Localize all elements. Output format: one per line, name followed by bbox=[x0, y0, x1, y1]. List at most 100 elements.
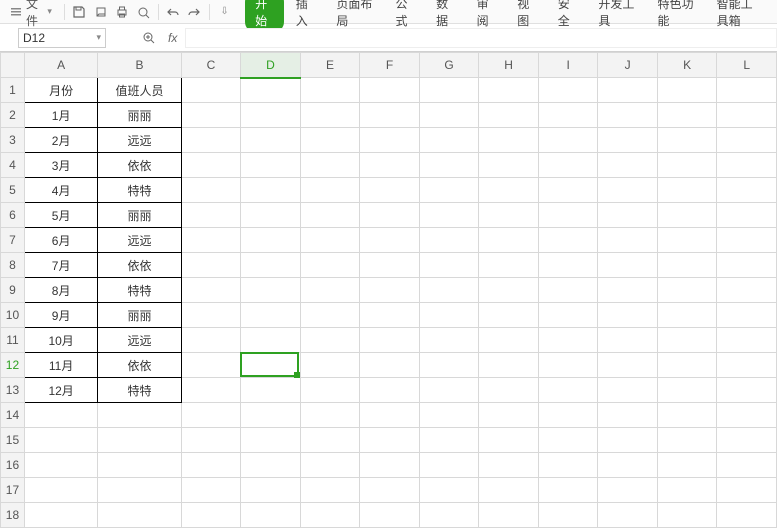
cell-L14[interactable] bbox=[717, 403, 777, 428]
cell-K15[interactable] bbox=[657, 428, 717, 453]
cell-D8[interactable] bbox=[241, 253, 301, 278]
cell-G15[interactable] bbox=[419, 428, 479, 453]
cell-E5[interactable] bbox=[300, 178, 360, 203]
cell-F6[interactable] bbox=[360, 203, 420, 228]
cell-C2[interactable] bbox=[181, 103, 241, 128]
cell-F7[interactable] bbox=[360, 228, 420, 253]
row-header-6[interactable]: 6 bbox=[1, 203, 25, 228]
cell-I4[interactable] bbox=[538, 153, 597, 178]
cell-F2[interactable] bbox=[360, 103, 420, 128]
cell-H1[interactable] bbox=[479, 78, 539, 103]
cell-I6[interactable] bbox=[538, 203, 597, 228]
cell-E1[interactable] bbox=[300, 78, 360, 103]
cell-K13[interactable] bbox=[657, 378, 717, 403]
cell-J4[interactable] bbox=[598, 153, 658, 178]
cell-H2[interactable] bbox=[479, 103, 539, 128]
cell-B8[interactable]: 依依 bbox=[98, 253, 181, 278]
cell-F17[interactable] bbox=[360, 478, 420, 503]
cell-F1[interactable] bbox=[360, 78, 420, 103]
cell-G3[interactable] bbox=[419, 128, 479, 153]
cell-H10[interactable] bbox=[479, 303, 539, 328]
print-preview-icon[interactable] bbox=[92, 2, 109, 22]
cell-E13[interactable] bbox=[300, 378, 360, 403]
column-header-H[interactable]: H bbox=[479, 53, 539, 78]
cell-F9[interactable] bbox=[360, 278, 420, 303]
cell-H9[interactable] bbox=[479, 278, 539, 303]
cell-E18[interactable] bbox=[300, 503, 360, 528]
cell-E2[interactable] bbox=[300, 103, 360, 128]
cell-F14[interactable] bbox=[360, 403, 420, 428]
row-header-15[interactable]: 15 bbox=[1, 428, 25, 453]
row-header-10[interactable]: 10 bbox=[1, 303, 25, 328]
cell-K16[interactable] bbox=[657, 453, 717, 478]
cell-J17[interactable] bbox=[598, 478, 658, 503]
cell-K5[interactable] bbox=[657, 178, 717, 203]
redo-icon[interactable] bbox=[186, 2, 203, 22]
cell-L3[interactable] bbox=[717, 128, 777, 153]
cell-C9[interactable] bbox=[181, 278, 241, 303]
cell-J8[interactable] bbox=[598, 253, 658, 278]
cell-G6[interactable] bbox=[419, 203, 479, 228]
cell-A7[interactable]: 6月 bbox=[24, 228, 97, 253]
cell-B3[interactable]: 远远 bbox=[98, 128, 181, 153]
cell-E11[interactable] bbox=[300, 328, 360, 353]
cell-E15[interactable] bbox=[300, 428, 360, 453]
row-header-18[interactable]: 18 bbox=[1, 503, 25, 528]
cell-D5[interactable] bbox=[241, 178, 301, 203]
cell-D15[interactable] bbox=[241, 428, 301, 453]
cell-D2[interactable] bbox=[241, 103, 301, 128]
cell-K11[interactable] bbox=[657, 328, 717, 353]
cell-L1[interactable] bbox=[717, 78, 777, 103]
cell-L6[interactable] bbox=[717, 203, 777, 228]
format-painter-icon[interactable] bbox=[134, 2, 151, 22]
cell-D11[interactable] bbox=[241, 328, 301, 353]
row-header-1[interactable]: 1 bbox=[1, 78, 25, 103]
cell-H5[interactable] bbox=[479, 178, 539, 203]
cell-E3[interactable] bbox=[300, 128, 360, 153]
cell-L9[interactable] bbox=[717, 278, 777, 303]
save-icon[interactable] bbox=[71, 2, 88, 22]
cell-J14[interactable] bbox=[598, 403, 658, 428]
cell-K17[interactable] bbox=[657, 478, 717, 503]
cell-F18[interactable] bbox=[360, 503, 420, 528]
cell-K4[interactable] bbox=[657, 153, 717, 178]
cell-J5[interactable] bbox=[598, 178, 658, 203]
cell-F10[interactable] bbox=[360, 303, 420, 328]
cell-C17[interactable] bbox=[181, 478, 241, 503]
cell-G17[interactable] bbox=[419, 478, 479, 503]
cell-L18[interactable] bbox=[717, 503, 777, 528]
cell-G5[interactable] bbox=[419, 178, 479, 203]
cell-K1[interactable] bbox=[657, 78, 717, 103]
cell-J18[interactable] bbox=[598, 503, 658, 528]
cell-L5[interactable] bbox=[717, 178, 777, 203]
row-header-12[interactable]: 12 bbox=[1, 353, 25, 378]
column-header-K[interactable]: K bbox=[657, 53, 717, 78]
cell-A16[interactable] bbox=[24, 453, 97, 478]
cell-H7[interactable] bbox=[479, 228, 539, 253]
cell-L17[interactable] bbox=[717, 478, 777, 503]
cell-D4[interactable] bbox=[241, 153, 301, 178]
cell-I10[interactable] bbox=[538, 303, 597, 328]
cell-G4[interactable] bbox=[419, 153, 479, 178]
cell-F4[interactable] bbox=[360, 153, 420, 178]
row-header-14[interactable]: 14 bbox=[1, 403, 25, 428]
cell-C1[interactable] bbox=[181, 78, 241, 103]
cell-I7[interactable] bbox=[538, 228, 597, 253]
cell-A11[interactable]: 10月 bbox=[24, 328, 97, 353]
cell-B6[interactable]: 丽丽 bbox=[98, 203, 181, 228]
cell-L2[interactable] bbox=[717, 103, 777, 128]
cell-C18[interactable] bbox=[181, 503, 241, 528]
cell-B10[interactable]: 丽丽 bbox=[98, 303, 181, 328]
cell-J16[interactable] bbox=[598, 453, 658, 478]
cell-D10[interactable] bbox=[241, 303, 301, 328]
cell-K9[interactable] bbox=[657, 278, 717, 303]
cell-G9[interactable] bbox=[419, 278, 479, 303]
cell-B7[interactable]: 远远 bbox=[98, 228, 181, 253]
row-header-8[interactable]: 8 bbox=[1, 253, 25, 278]
cell-F15[interactable] bbox=[360, 428, 420, 453]
row-header-2[interactable]: 2 bbox=[1, 103, 25, 128]
cell-A1[interactable]: 月份 bbox=[24, 78, 97, 103]
cell-J7[interactable] bbox=[598, 228, 658, 253]
cell-B9[interactable]: 特特 bbox=[98, 278, 181, 303]
row-header-16[interactable]: 16 bbox=[1, 453, 25, 478]
